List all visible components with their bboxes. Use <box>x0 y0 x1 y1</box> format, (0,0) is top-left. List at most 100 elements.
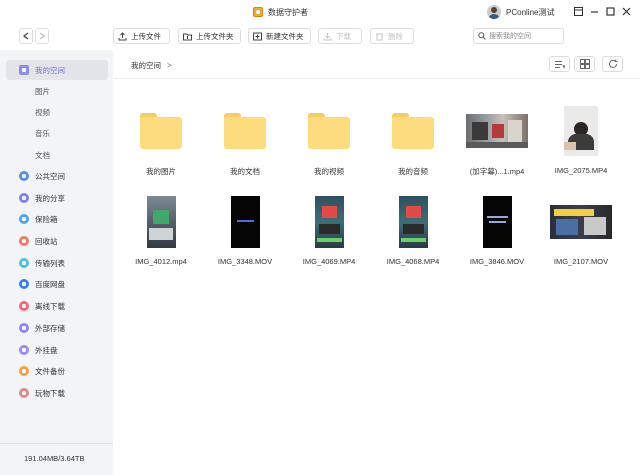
refresh-icon <box>608 59 617 68</box>
storage-usage: 191.04MB/3.64TB <box>24 454 85 463</box>
user-name[interactable]: PConline测试 <box>506 7 554 18</box>
video-thumbnail <box>146 196 176 248</box>
toolbar: 上传文件 上传文件夹 新建文件夹 下载 删除 <box>0 24 640 50</box>
recycle-bin-icon <box>19 236 29 246</box>
video-thumbnail <box>314 196 344 248</box>
file-name: 我的音频 <box>398 167 428 176</box>
file-item-my-pictures[interactable]: 我的图片 <box>119 96 203 186</box>
file-name: IMG_2075.MP4 <box>554 166 608 175</box>
sidebar-item-my-space[interactable]: 我的空间 <box>6 60 108 80</box>
file-item-img-3846[interactable]: IMG_3846.MOV <box>455 187 539 277</box>
sidebar-item-music[interactable]: 音乐 <box>6 123 108 143</box>
share-icon <box>19 193 29 203</box>
list-sort-icon <box>554 60 565 69</box>
file-name: 我的图片 <box>146 167 176 176</box>
sidebar-item-label: 视频 <box>35 107 50 117</box>
app-title: 数据守护者 <box>268 8 308 17</box>
file-item-img-4012[interactable]: IMG_4012.mp4 <box>119 187 203 277</box>
file-item-my-documents[interactable]: 我的文档 <box>203 96 287 186</box>
file-name: IMG_3846.MOV <box>469 257 525 266</box>
maximize-button[interactable] <box>603 4 617 18</box>
sidebar-item-documents[interactable]: 文档 <box>6 145 108 165</box>
sort-button[interactable] <box>549 56 570 72</box>
file-name: IMG_4012.mp4 <box>135 257 187 266</box>
sidebar-item-label: 离线下载 <box>35 301 65 311</box>
back-button[interactable] <box>19 28 33 44</box>
upload-icon <box>118 31 127 40</box>
sidebar-item-label: 图片 <box>35 86 50 96</box>
search-input[interactable] <box>489 31 561 41</box>
sidebar-item-public-space[interactable]: 公共空间 <box>6 166 108 186</box>
sidebar-item-label: 我的分享 <box>35 193 65 203</box>
sidebar-item-offline-download[interactable]: 离线下载 <box>6 296 108 316</box>
file-item-my-audio[interactable]: 我的音频 <box>371 96 455 186</box>
storage-divider <box>0 443 113 444</box>
file-backup-icon <box>19 366 29 376</box>
sidebar-item-baidu-netdisk[interactable]: 百度网盘 <box>6 274 108 294</box>
file-item-img-3348[interactable]: IMG_3348.MOV <box>203 187 287 277</box>
sidebar-item-file-backup[interactable]: 文件备份 <box>6 361 108 381</box>
grid-view-button[interactable] <box>574 56 595 72</box>
safe-icon <box>19 214 29 224</box>
file-name: IMG_4069.MP4 <box>302 257 356 266</box>
sidebar-item-mounted-disk[interactable]: 外挂盘 <box>6 340 108 360</box>
trash-icon <box>376 33 383 40</box>
file-item-my-videos[interactable]: 我的视频 <box>287 96 371 186</box>
video-thumbnail <box>466 114 528 148</box>
user-avatar[interactable] <box>487 5 501 19</box>
sidebar-item-label: 百度网盘 <box>35 279 65 289</box>
baidu-netdisk-icon <box>19 279 29 289</box>
file-item-img-2075[interactable]: IMG_2075.MP4 <box>539 96 623 186</box>
sidebar: 我的空间 图片 视频 音乐 文档 公共空间 我的分享 保险箱 回收站 传输列表 … <box>0 50 113 475</box>
sidebar-item-my-share[interactable]: 我的分享 <box>6 188 108 208</box>
video-thumbnail <box>482 196 512 248</box>
video-thumbnail <box>398 196 428 248</box>
new-folder-icon <box>253 32 262 40</box>
sidebar-item-transfer-list[interactable]: 传输列表 <box>6 253 108 273</box>
tray-icon[interactable] <box>571 4 585 18</box>
sidebar-item-label: 公共空间 <box>35 171 65 181</box>
file-name: IMG_4068.MP4 <box>386 257 440 266</box>
upload-file-button[interactable]: 上传文件 <box>113 28 170 44</box>
mounted-disk-icon <box>19 345 29 355</box>
search-icon <box>478 32 486 40</box>
sidebar-item-label: 文档 <box>35 150 50 160</box>
title-bar: 数据守护者 PConline测试 <box>0 0 640 24</box>
file-name: IMG_3348.MOV <box>217 257 273 266</box>
file-name: IMG_2107.MOV <box>553 257 609 266</box>
sidebar-item-wanwu-download[interactable]: 玩物下载 <box>6 383 108 403</box>
sidebar-item-external-storage[interactable]: 外部存储 <box>6 318 108 338</box>
sidebar-item-label: 保险箱 <box>35 214 58 224</box>
forward-button[interactable] <box>35 28 49 44</box>
sidebar-item-recycle-bin[interactable]: 回收站 <box>6 231 108 251</box>
file-item-video-subtitled[interactable]: (加字幕)...1.mp4 <box>455 96 539 186</box>
download-label: 下载 <box>336 31 351 41</box>
sidebar-item-label: 传输列表 <box>35 258 65 268</box>
new-folder-label: 新建文件夹 <box>266 31 304 41</box>
file-item-img-4068[interactable]: IMG_4068.MP4 <box>371 187 455 277</box>
sidebar-item-videos[interactable]: 视频 <box>6 102 108 122</box>
my-space-icon <box>19 65 29 75</box>
offline-download-icon <box>19 301 29 311</box>
file-item-img-4069[interactable]: IMG_4069.MP4 <box>287 187 371 277</box>
sidebar-item-label: 我的空间 <box>35 65 65 75</box>
app-logo-icon <box>253 7 263 17</box>
breadcrumb-item-my-space[interactable]: 我的空间 <box>131 60 161 71</box>
file-item-img-2107[interactable]: IMG_2107.MOV <box>539 187 623 277</box>
upload-folder-button[interactable]: 上传文件夹 <box>178 28 241 44</box>
sidebar-item-images[interactable]: 图片 <box>6 81 108 101</box>
delete-button[interactable]: 删除 <box>370 28 414 44</box>
download-button[interactable]: 下载 <box>318 28 362 44</box>
new-folder-button[interactable]: 新建文件夹 <box>248 28 311 44</box>
video-thumbnail <box>230 196 260 248</box>
search-box[interactable] <box>473 28 564 44</box>
file-name: 我的视频 <box>314 167 344 176</box>
minimize-button[interactable] <box>587 4 601 18</box>
main-panel: 我的空间 > 我的图片 我的文档 我的视频 我的音频 (加字幕)...1.mp4… <box>113 50 640 475</box>
transfer-list-icon <box>19 258 29 268</box>
refresh-button[interactable] <box>602 56 623 72</box>
close-button[interactable] <box>619 4 633 18</box>
folder-icon <box>224 113 266 149</box>
sidebar-item-safe[interactable]: 保险箱 <box>6 209 108 229</box>
video-thumbnail <box>564 106 598 156</box>
